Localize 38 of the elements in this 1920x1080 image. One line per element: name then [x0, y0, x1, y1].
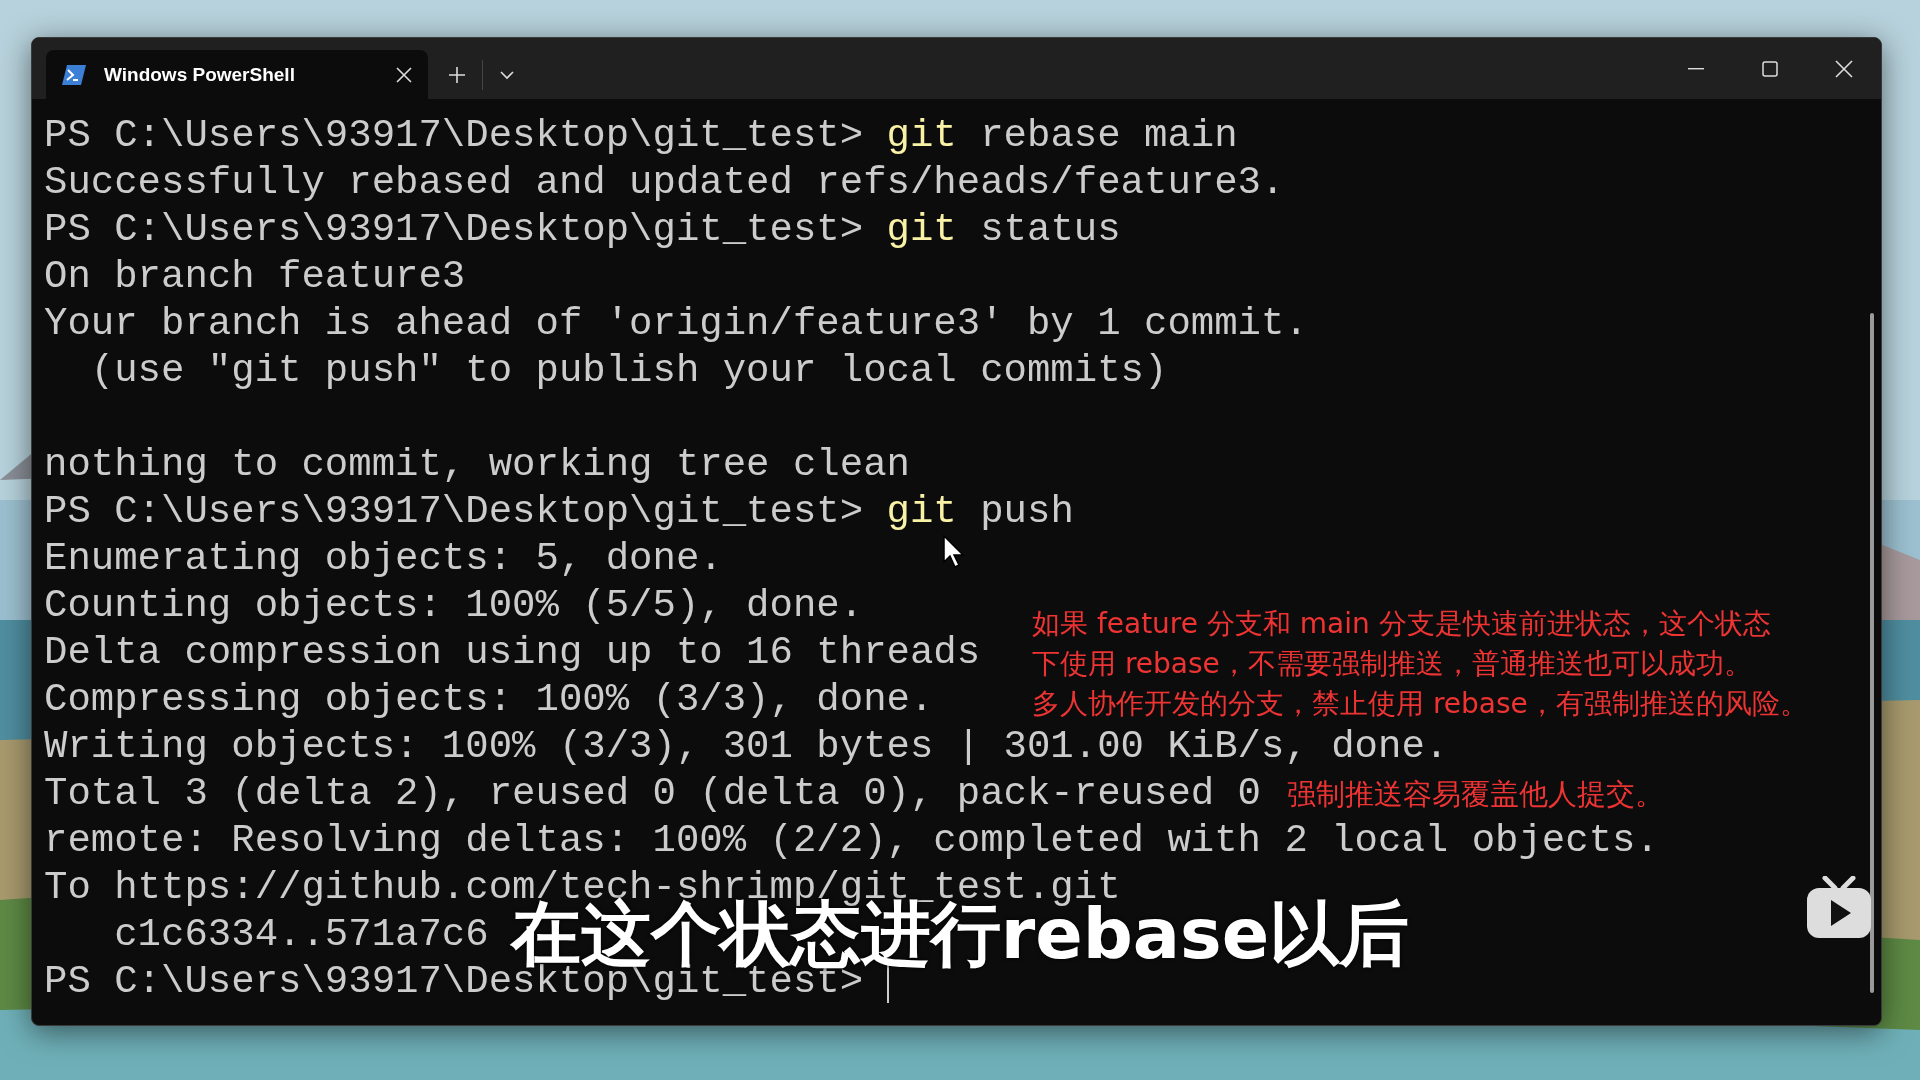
output-line: remote: Resolving deltas: 100% (2/2), completed with 2 local objects. — [44, 818, 1659, 865]
new-tab-icon[interactable] — [448, 65, 466, 84]
output-line: (use "git push" to publish your local commits) — [89, 348, 1168, 395]
dropdown-caret-icon[interactable] — [499, 69, 515, 80]
output-line: On branch feature3 — [44, 254, 466, 301]
command-text: git — [886, 489, 957, 536]
prompt-text: PS C:\Users\93917\Desktop\git_test> — [44, 489, 864, 536]
command-arguments: rebase main — [980, 113, 1238, 160]
command-arguments: push — [980, 489, 1074, 536]
output-line: c1c6334..571a7c6 — [113, 912, 489, 959]
tab-title: Windows PowerShell — [104, 63, 296, 86]
output-line: Total 3 (delta 2), reused 0 (delta 0), pack-reused 0 — [44, 771, 1261, 818]
output-line: nothing to commit, working tree clean — [44, 442, 910, 489]
output-line: Successfully rebased and updated refs/heads/feature3. — [44, 160, 1285, 207]
terminal-tab[interactable]: Windows PowerShell — [46, 50, 428, 99]
command-arguments: status — [980, 207, 1121, 254]
output-line: Enumerating objects: 5, done. — [44, 536, 723, 583]
prompt-text: PS C:\Users\93917\Desktop\git_test> — [44, 113, 864, 160]
command-text: git — [886, 113, 957, 160]
command-text: git — [886, 207, 957, 254]
maximize-icon — [1762, 60, 1778, 77]
scrollbar[interactable] — [1870, 313, 1874, 993]
annotation-line: 多人协作开发的分支，禁止使用 rebase，有强制推送的风险。 — [1032, 686, 1808, 722]
close-icon — [1835, 59, 1853, 78]
mouse-pointer-icon — [943, 535, 965, 569]
minimize-icon — [1688, 67, 1704, 70]
annotation-line: 如果 feature 分支和 main 分支是快速前进状态，这个状态 — [1032, 606, 1772, 642]
prompt-text: PS C:\Users\93917\Desktop\git_test> — [44, 207, 864, 254]
powershell-icon — [62, 64, 86, 85]
close-tab-icon[interactable] — [396, 66, 412, 83]
output-line: Writing objects: 100% (3/3), 301 bytes | 301.00 KiB/s, done. — [44, 724, 1449, 771]
annotation-line: 下使用 rebase，不需要强制推送，普通推送也可以成功。 — [1032, 646, 1753, 682]
output-line: Your branch is ahead of 'origin/feature3' by 1 commit. — [44, 301, 1308, 348]
output-line: Compressing objects: 100% (3/3), done. — [44, 677, 934, 724]
output-line: Counting objects: 100% (5/5), done. — [44, 583, 864, 630]
annotation-note: 强制推送容易覆盖他人提交。 — [1287, 775, 1664, 813]
tv-play-icon — [1805, 876, 1873, 940]
output-line: Delta compression using up to 16 threads — [44, 630, 981, 677]
